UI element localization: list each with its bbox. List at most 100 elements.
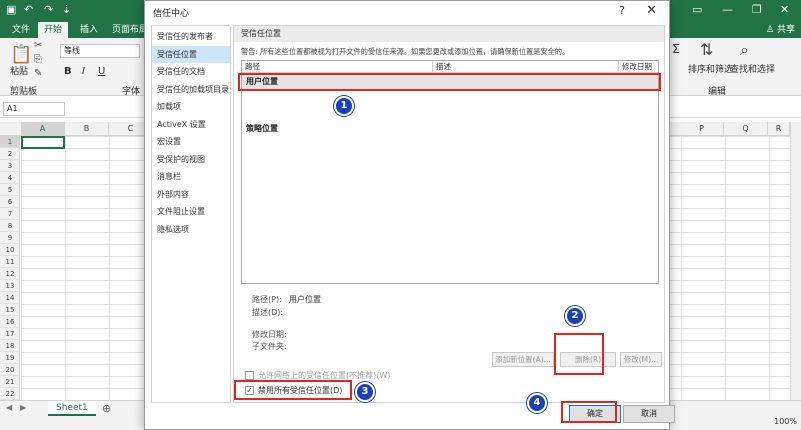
column-header[interactable]: P bbox=[680, 122, 724, 136]
section-title: 受信任位置 bbox=[234, 26, 664, 42]
row-header[interactable]: 13 bbox=[0, 280, 20, 292]
row-header[interactable]: 14 bbox=[0, 292, 20, 304]
paste-icon[interactable]: 📋 bbox=[10, 44, 32, 65]
underline-button[interactable]: U bbox=[98, 66, 105, 77]
row-header[interactable]: 20 bbox=[0, 364, 20, 376]
row-header[interactable]: 21 bbox=[0, 376, 20, 388]
sort-filter-icon[interactable]: ⇅ bbox=[700, 40, 713, 59]
nav-item[interactable]: 受保护的视图 bbox=[152, 151, 230, 168]
bold-button[interactable]: B bbox=[64, 66, 72, 77]
nav-item[interactable]: 加载项 bbox=[152, 98, 230, 115]
column-path[interactable]: 路径 bbox=[242, 61, 433, 73]
nav-item[interactable]: 文件阻止设置 bbox=[152, 203, 230, 220]
dialog-title: 信任中心 bbox=[153, 9, 190, 19]
highlight-disable-all bbox=[234, 380, 352, 400]
nav-item[interactable]: 宏设置 bbox=[152, 133, 230, 150]
help-icon[interactable]: ? bbox=[619, 4, 625, 17]
italic-button[interactable]: I bbox=[82, 66, 85, 77]
tab-insert[interactable]: 插入 bbox=[74, 22, 104, 38]
subfolders-label: 子文件夹: bbox=[252, 342, 287, 351]
nav-item[interactable]: 隐私选项 bbox=[152, 221, 230, 238]
dialog-close-icon[interactable]: ✕ bbox=[646, 3, 657, 18]
row-headers: 1 2 3 4 5 6 7 8 9 10 11 12 13 14 15 16 17 18 19 20 21 22 bbox=[0, 136, 20, 400]
allow-network-checkbox[interactable] bbox=[245, 371, 254, 380]
undo-icon[interactable]: ↶ bbox=[24, 3, 33, 17]
row-header[interactable]: 10 bbox=[0, 244, 20, 256]
ribbon-options-icon[interactable]: ▭ bbox=[692, 2, 702, 18]
format-painter-icon[interactable]: ✎ bbox=[34, 68, 42, 79]
row-header[interactable]: 11 bbox=[0, 256, 20, 268]
row-header[interactable]: 4 bbox=[0, 172, 20, 184]
nav-item[interactable]: 受信任的加载项目录 bbox=[152, 81, 230, 98]
row-header[interactable]: 8 bbox=[0, 220, 20, 232]
trusted-locations-list[interactable]: 路径 描述 修改日期 ▾ 用户位置 策略位置 bbox=[241, 60, 659, 284]
copy-icon[interactable]: ⎘ bbox=[34, 54, 42, 65]
column-description[interactable]: 描述 bbox=[433, 61, 619, 73]
nav-item[interactable]: 受信任位置 bbox=[152, 45, 230, 63]
column-header[interactable]: B bbox=[65, 122, 109, 136]
autosum-icon[interactable]: Σ bbox=[672, 42, 680, 56]
sheet-tab-sheet1[interactable]: Sheet1 bbox=[48, 401, 96, 416]
scroll-sheets-right-icon[interactable]: ▶ bbox=[20, 403, 26, 412]
nav-item[interactable]: 受信任的文档 bbox=[152, 63, 230, 80]
list-header: 路径 描述 修改日期 ▾ bbox=[242, 61, 658, 82]
zoom-level[interactable]: 100% bbox=[774, 417, 797, 426]
find-icon[interactable]: ⌕ bbox=[740, 40, 749, 60]
nav-item[interactable]: 外部内容 bbox=[152, 186, 230, 203]
active-cell[interactable] bbox=[21, 136, 65, 149]
description-label: 描述(D): bbox=[252, 308, 284, 317]
nav-item[interactable]: 受信任的发布者 bbox=[152, 28, 230, 45]
row-header[interactable]: 19 bbox=[0, 352, 20, 364]
row-header[interactable]: 2 bbox=[0, 148, 20, 160]
sort-filter-button[interactable]: 排序和筛选 bbox=[688, 62, 733, 75]
column-modified-date[interactable]: 修改日期 ▾ bbox=[619, 61, 658, 82]
callout-badge-2: 2 bbox=[565, 306, 585, 326]
tab-file[interactable]: 文件 bbox=[6, 22, 36, 38]
highlight-ok-button bbox=[561, 401, 617, 423]
customize-qat-icon[interactable]: ⇣ bbox=[62, 3, 71, 17]
save-icon[interactable]: ▣ bbox=[6, 3, 16, 17]
row-header[interactable]: 3 bbox=[0, 160, 20, 172]
row-header[interactable]: 22 bbox=[0, 388, 20, 400]
row-header[interactable]: 5 bbox=[0, 184, 20, 196]
add-new-location-button[interactable]: 添加新位置(A)... bbox=[492, 352, 554, 367]
row-header[interactable]: 9 bbox=[0, 232, 20, 244]
scroll-sheets-left-icon[interactable]: ◀ bbox=[6, 403, 12, 412]
share-button[interactable]: ♙ 共享 bbox=[766, 22, 795, 38]
minimize-icon[interactable]: — bbox=[722, 2, 733, 18]
find-select-button[interactable]: 查找和选择 bbox=[730, 62, 775, 75]
redo-icon[interactable]: ↷ bbox=[44, 3, 53, 17]
row-header[interactable]: 16 bbox=[0, 316, 20, 328]
category-nav: 受信任的发布者 受信任位置 受信任的文档 受信任的加载项目录 加载项 ActiveX 设置… bbox=[151, 25, 231, 403]
path-label: 路径(P): bbox=[252, 295, 282, 304]
row-header[interactable]: 6 bbox=[0, 196, 20, 208]
add-sheet-icon[interactable]: ⊕ bbox=[102, 402, 111, 415]
user-icon: ♙ bbox=[766, 25, 777, 35]
callout-badge-4: 4 bbox=[527, 393, 547, 413]
share-label: 共享 bbox=[776, 25, 795, 35]
paste-label: 粘贴 bbox=[10, 67, 29, 77]
font-name-box[interactable]: 等线 bbox=[60, 44, 140, 58]
restore-icon[interactable]: ❐ bbox=[752, 2, 762, 18]
path-value: 用户位置 bbox=[289, 295, 321, 304]
close-icon[interactable]: ✕ bbox=[780, 2, 789, 18]
tab-home[interactable]: 开始 bbox=[38, 22, 69, 38]
row-header[interactable]: 1 bbox=[0, 136, 20, 148]
row-header[interactable]: 7 bbox=[0, 208, 20, 220]
group-policy-locations: 策略位置 bbox=[246, 124, 278, 133]
vertical-scrollbar[interactable] bbox=[790, 122, 801, 400]
modify-button[interactable]: 修改(M)... bbox=[620, 352, 662, 367]
column-header[interactable]: A bbox=[21, 122, 65, 136]
name-box[interactable]: A1 bbox=[3, 102, 65, 116]
nav-item[interactable]: ActiveX 设置 bbox=[152, 116, 230, 133]
column-header[interactable]: R bbox=[768, 122, 790, 136]
modified-date-label: 修改日期: bbox=[252, 330, 287, 339]
row-header[interactable]: 17 bbox=[0, 328, 20, 340]
cancel-button[interactable]: 取消 bbox=[623, 405, 675, 423]
row-header[interactable]: 15 bbox=[0, 304, 20, 316]
column-header[interactable]: Q bbox=[724, 122, 768, 136]
row-header[interactable]: 18 bbox=[0, 340, 20, 352]
nav-item[interactable]: 消息栏 bbox=[152, 168, 230, 185]
cut-icon[interactable]: ✂ bbox=[34, 40, 42, 51]
row-header[interactable]: 12 bbox=[0, 268, 20, 280]
